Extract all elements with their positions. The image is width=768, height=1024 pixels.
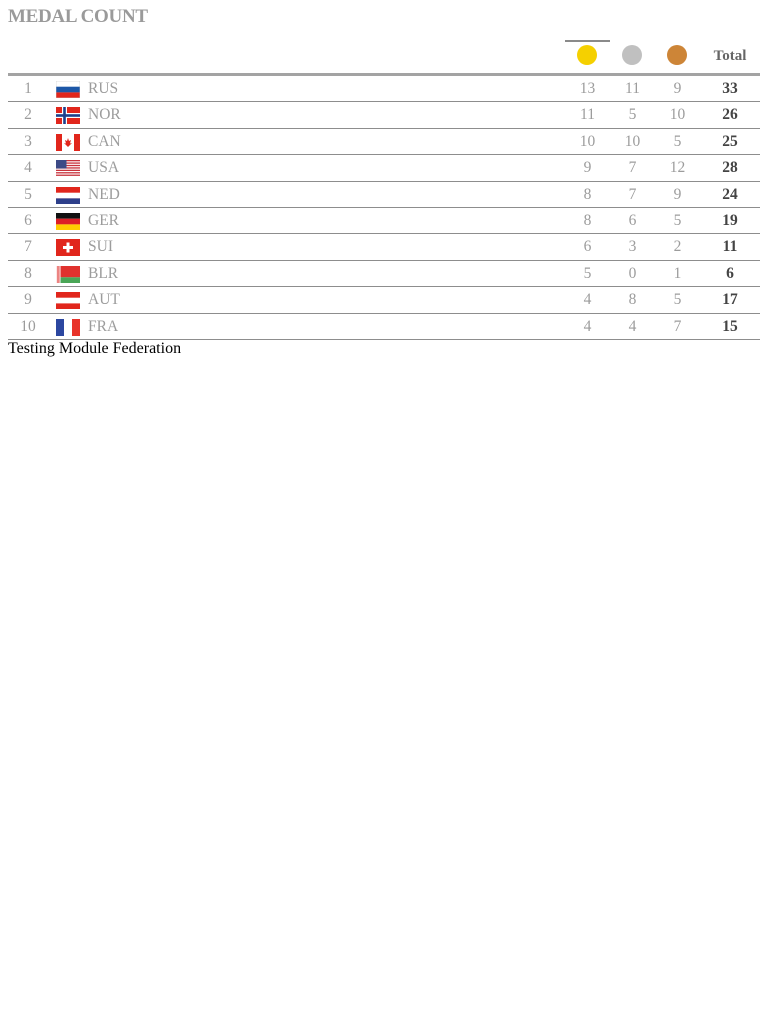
total-count: 26 xyxy=(722,106,738,124)
table-row[interactable]: 8 BLR 5 0 1 6 xyxy=(8,261,760,288)
gold-count: 5 xyxy=(583,264,592,282)
rank-cell: 5 xyxy=(24,185,32,203)
bronze-count: 12 xyxy=(669,159,686,177)
table-row[interactable]: 2 NOR 11 5 10 26 xyxy=(8,102,760,129)
silver-count: 5 xyxy=(628,106,637,124)
table-row[interactable]: 3 CAN 10 10 5 25 xyxy=(8,129,760,156)
country-code[interactable]: FRA xyxy=(88,314,118,339)
total-count: 24 xyxy=(722,185,738,203)
total-count: 6 xyxy=(726,264,734,282)
gold-count: 4 xyxy=(583,291,592,309)
country-code[interactable]: BLR xyxy=(88,261,118,286)
gold-count: 11 xyxy=(580,106,595,124)
table-header: Total xyxy=(8,40,760,73)
bronze-count: 10 xyxy=(669,106,686,124)
table-row[interactable]: 10 FRA 4 4 7 15 xyxy=(8,314,760,340)
rank-cell: 4 xyxy=(24,159,32,177)
country-code[interactable]: GER xyxy=(88,208,119,233)
flag-nor-icon xyxy=(56,107,80,125)
rank-cell: 10 xyxy=(20,317,36,335)
gold-count: 4 xyxy=(583,317,592,335)
sort-indicator xyxy=(565,40,610,42)
rank-cell: 6 xyxy=(24,211,32,229)
bronze-count: 9 xyxy=(673,80,682,97)
silver-count: 8 xyxy=(628,291,637,309)
silver-medal-icon[interactable] xyxy=(622,45,642,65)
silver-count: 3 xyxy=(628,238,637,256)
country-code[interactable]: NOR xyxy=(88,102,121,127)
table-row[interactable]: 5 NED 8 7 9 24 xyxy=(8,182,760,208)
bronze-count: 7 xyxy=(673,317,682,335)
total-count: 15 xyxy=(722,317,738,335)
rank-cell: 3 xyxy=(24,132,32,150)
rank-cell: 8 xyxy=(24,264,32,282)
rank-cell: 2 xyxy=(24,106,32,124)
gold-medal-icon[interactable] xyxy=(577,45,597,65)
total-count: 33 xyxy=(722,80,738,97)
table-row[interactable]: 7 SUI 6 3 2 11 xyxy=(8,234,760,261)
table-row[interactable]: 9 AUT 4 8 5 17 xyxy=(8,287,760,314)
table-row[interactable]: 6 GER 8 6 5 19 xyxy=(8,208,760,235)
bronze-medal-icon[interactable] xyxy=(667,45,687,65)
silver-count: 0 xyxy=(628,264,637,282)
total-count: 11 xyxy=(722,238,738,256)
medal-table-body: 1 RUS 13 11 9 33 2 NOR 11 5 10 26 3 CAN 10 10 5 25 4 USA 9 7 1… xyxy=(8,76,760,340)
country-code[interactable]: USA xyxy=(88,155,119,180)
gold-count: 10 xyxy=(579,132,596,150)
total-count: 17 xyxy=(722,291,738,309)
country-code[interactable]: NED xyxy=(88,182,120,207)
rank-cell: 9 xyxy=(24,291,32,309)
footer-text: Testing Module Federation xyxy=(8,340,182,357)
flag-rus-icon xyxy=(56,81,80,98)
silver-count: 11 xyxy=(625,80,640,97)
silver-count: 7 xyxy=(628,159,637,177)
bronze-count: 9 xyxy=(673,185,682,203)
flag-can-icon xyxy=(56,133,80,151)
country-code[interactable]: SUI xyxy=(88,234,113,259)
bronze-count: 5 xyxy=(673,291,682,309)
bronze-count: 2 xyxy=(673,238,682,256)
gold-count: 13 xyxy=(579,80,596,97)
flag-fra-icon xyxy=(56,318,80,336)
gold-count: 8 xyxy=(583,211,592,229)
country-code[interactable]: CAN xyxy=(88,129,121,154)
page-title: MEDAL COUNT xyxy=(8,6,148,27)
silver-count: 7 xyxy=(628,185,637,203)
table-row[interactable]: 1 RUS 13 11 9 33 xyxy=(8,76,760,103)
silver-count: 10 xyxy=(624,132,641,150)
rank-cell: 7 xyxy=(24,238,32,256)
flag-aut-icon xyxy=(56,292,80,310)
silver-count: 4 xyxy=(628,317,637,335)
bronze-count: 5 xyxy=(673,132,682,150)
gold-count: 8 xyxy=(583,185,592,203)
flag-usa-icon xyxy=(56,160,80,178)
total-count: 19 xyxy=(722,211,738,229)
country-code[interactable]: RUS xyxy=(88,76,118,101)
flag-ned-icon xyxy=(56,186,80,204)
gold-count: 6 xyxy=(583,238,592,256)
flag-blr-icon xyxy=(56,265,80,283)
total-count: 28 xyxy=(722,159,738,177)
total-count: 25 xyxy=(722,132,738,150)
silver-count: 6 xyxy=(628,211,637,229)
medal-count-page: MEDAL COUNT Total 1 RUS 13 11 9 33 2 NOR 11 5 10 26… xyxy=(0,0,768,1024)
bronze-count: 5 xyxy=(673,211,682,229)
total-column-header[interactable]: Total xyxy=(705,48,755,65)
bronze-count: 1 xyxy=(673,264,682,282)
flag-sui-icon xyxy=(56,239,80,257)
country-code[interactable]: AUT xyxy=(88,287,120,312)
table-row[interactable]: 4 USA 9 7 12 28 xyxy=(8,155,760,182)
rank-cell: 1 xyxy=(24,80,32,97)
flag-ger-icon xyxy=(56,212,80,230)
gold-count: 9 xyxy=(583,159,592,177)
